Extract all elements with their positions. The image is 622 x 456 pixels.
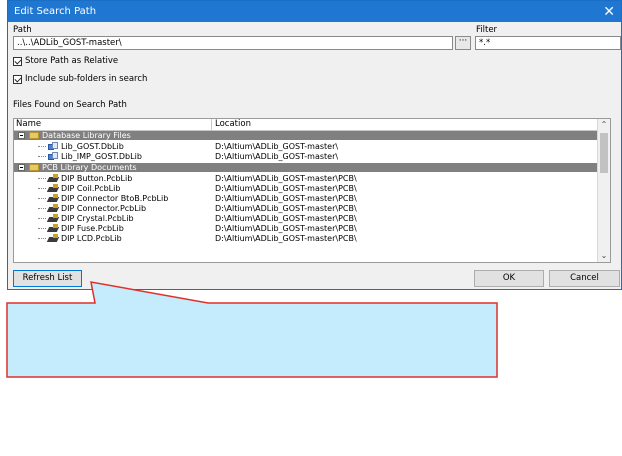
callout-bubble — [6, 281, 498, 378]
callout-annotation — [6, 281, 498, 378]
